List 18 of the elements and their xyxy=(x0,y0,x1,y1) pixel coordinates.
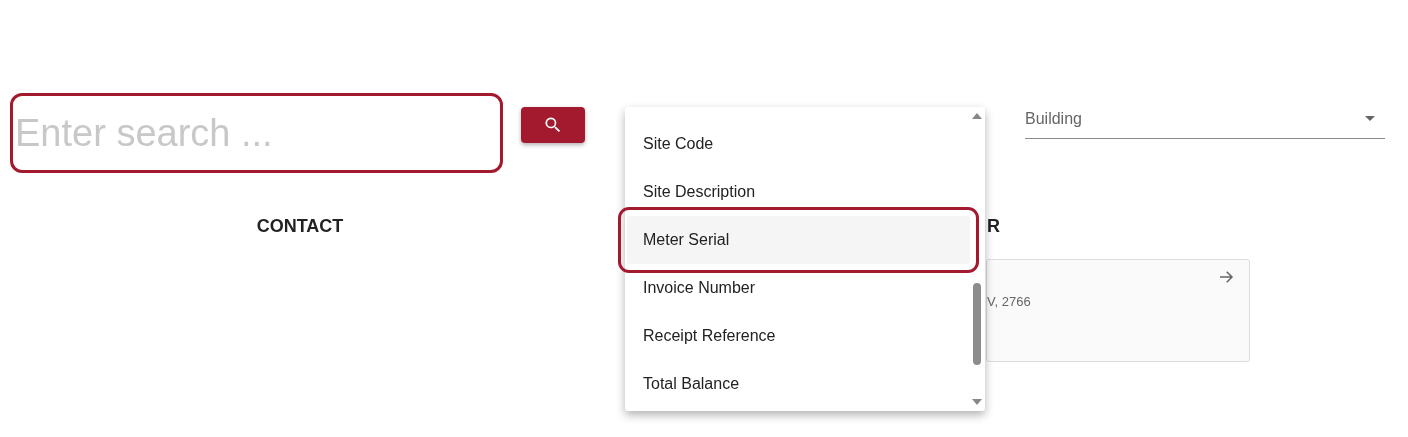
building-select[interactable]: Building xyxy=(1025,107,1385,139)
scrollbar-thumb[interactable] xyxy=(973,283,981,365)
menu-item[interactable]: Meter Serial xyxy=(627,216,970,264)
menu-item[interactable]: Invoice Number xyxy=(627,264,970,312)
scroll-down-icon[interactable] xyxy=(972,399,982,405)
menu-item[interactable]: Total Balance xyxy=(627,360,970,408)
menu-item[interactable]: Receipt Reference xyxy=(627,312,970,360)
result-card[interactable]: V, 2766 xyxy=(986,259,1250,362)
section-heading: R xyxy=(987,216,1000,237)
caret-icon xyxy=(1365,116,1375,121)
search-icon xyxy=(543,115,563,135)
search-button[interactable] xyxy=(521,107,585,143)
menu-item[interactable]: Site Description xyxy=(627,168,970,216)
section-heading: CONTACT xyxy=(256,216,344,238)
arrow-right-icon xyxy=(1217,268,1235,286)
scroll-up-icon[interactable] xyxy=(972,113,982,119)
card-text: V, 2766 xyxy=(987,294,1031,309)
menu-item[interactable]: Site Code xyxy=(627,120,970,168)
